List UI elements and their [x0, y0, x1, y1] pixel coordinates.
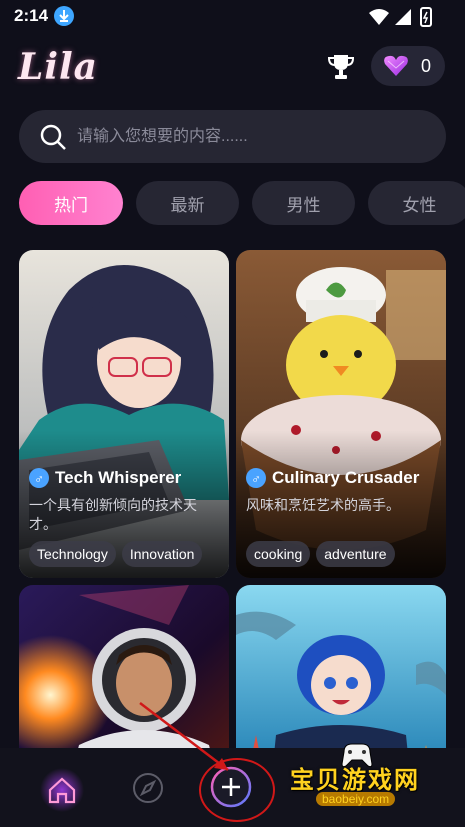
annotation-circle: [199, 758, 275, 822]
trophy-icon[interactable]: [326, 52, 356, 82]
app-logo: Lila: [18, 46, 98, 88]
card-description: 一个具有创新倾向的技术天才。: [29, 497, 197, 532]
card-tag[interactable]: Technology: [29, 541, 116, 567]
status-bar: 2:14: [0, 0, 465, 34]
card-title-text: Culinary Crusader: [272, 468, 420, 487]
male-gender-icon: ♂: [246, 468, 266, 488]
battery-icon: [420, 7, 432, 27]
category-tabs: 热门 最新 男性 女性: [19, 181, 465, 227]
tab-latest[interactable]: 最新: [136, 181, 239, 225]
watermark-logo: 宝贝游戏网 baobeiy.com: [290, 743, 440, 812]
character-portrait-image: [236, 250, 446, 578]
gem-balance-button[interactable]: 0: [371, 46, 445, 86]
nav-explore-button[interactable]: [130, 770, 166, 806]
nav-home-button[interactable]: [40, 768, 84, 812]
status-time: 2:14: [14, 6, 49, 25]
app-header: Lila 0: [0, 40, 465, 96]
signal-icon: [395, 9, 411, 25]
card-description: 风味和烹饪艺术的高手。: [246, 497, 400, 513]
tab-hot[interactable]: 热门: [19, 181, 123, 225]
search-icon: [39, 123, 67, 151]
card-title: ♂ Culinary Crusader: [246, 468, 419, 488]
male-gender-icon: ♂: [29, 468, 49, 488]
card-title: ♂ Tech Whisperer: [29, 468, 181, 488]
system-status-icons: [367, 6, 437, 28]
gem-count: 0: [421, 56, 432, 76]
character-card-culinary-crusader[interactable]: ♂ Culinary Crusader 风味和烹饪艺术的高手。 cooking …: [236, 250, 446, 578]
card-tags: cooking adventure: [246, 541, 395, 567]
card-tag[interactable]: adventure: [316, 541, 395, 567]
watermark-text: 宝贝游戏网: [290, 767, 420, 794]
download-notification-icon: [54, 6, 74, 26]
card-title-text: Tech Whisperer: [55, 468, 182, 487]
watermark-url: baobeiy.com: [316, 792, 396, 806]
character-card-tech-whisperer[interactable]: ♂ Tech Whisperer 一个具有创新倾向的技术天才。 Technolo…: [19, 250, 229, 578]
card-tag[interactable]: Innovation: [121, 541, 203, 567]
gem-heart-icon: [383, 55, 409, 77]
tab-male[interactable]: 男性: [252, 181, 355, 225]
home-icon: [40, 768, 84, 812]
card-tags: Technology Innovation: [29, 541, 203, 567]
search-input[interactable]: [77, 110, 427, 163]
tab-female[interactable]: 女性: [368, 181, 465, 225]
compass-icon: [133, 773, 163, 803]
search-bar[interactable]: [19, 110, 446, 163]
wifi-icon: [369, 9, 389, 25]
card-tag[interactable]: cooking: [246, 541, 311, 567]
